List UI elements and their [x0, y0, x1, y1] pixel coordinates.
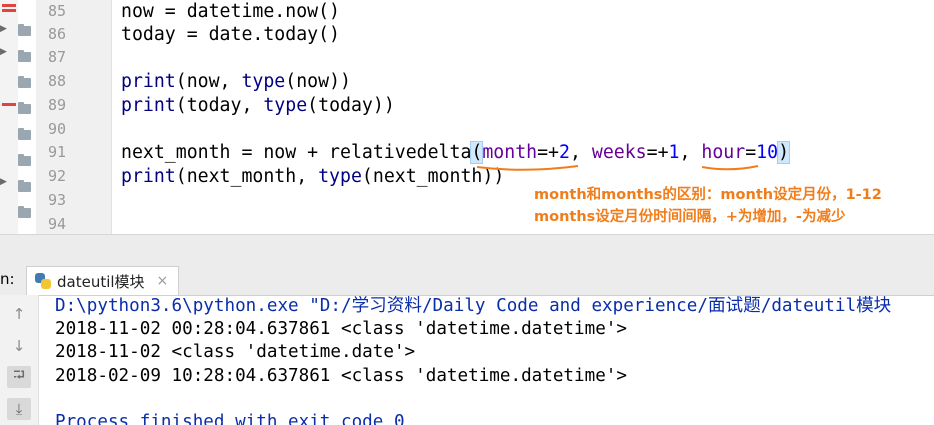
code-editor[interactable]: ▶ ▶ ▶ 85 86 87 88 89 90 91 92 93 94 now …: [0, 0, 934, 234]
console-output[interactable]: D:\python3.6\python.exe "D:/学习资料/Daily C…: [39, 295, 934, 425]
underline-month: [476, 165, 579, 171]
run-tool-window-header: n: dateutil模块 ×: [0, 264, 934, 296]
console-toolbar: ↑ ↓ ⮒ ⤓: [0, 295, 39, 425]
scroll-to-end-icon[interactable]: ⤓: [7, 398, 31, 420]
process-finished-line: Process finished with exit code 0: [55, 412, 405, 425]
underline-hour: [701, 165, 759, 171]
run-tab-dateutil[interactable]: dateutil模块 ×: [26, 266, 180, 295]
soft-wrap-icon[interactable]: ⮒: [7, 366, 31, 388]
editor-bottom-bar: [0, 234, 934, 265]
close-icon[interactable]: ×: [157, 273, 169, 289]
console-output-line: 2018-02-09 10:28:04.637861 <class 'datet…: [55, 366, 627, 386]
annotation-note: month和months的区别：month设定月份，1-12: [534, 187, 882, 203]
console-command-line: D:\python3.6\python.exe "D:/学习资料/Daily C…: [55, 296, 892, 316]
console-output-line: 2018-11-02 00:28:04.637861 <class 'datet…: [55, 319, 627, 339]
arrow-up-icon[interactable]: ↑: [7, 303, 31, 325]
run-panel-title: n:: [0, 270, 15, 288]
annotation-note: months设定月份时间间隔，+为增加，-为减少: [534, 209, 846, 225]
python-file-icon: [35, 273, 51, 289]
run-tab-label: dateutil模块: [57, 272, 145, 291]
arrow-down-icon[interactable]: ↓: [7, 335, 31, 357]
console-output-line: 2018-11-02 <class 'datetime.date'>: [55, 342, 416, 362]
